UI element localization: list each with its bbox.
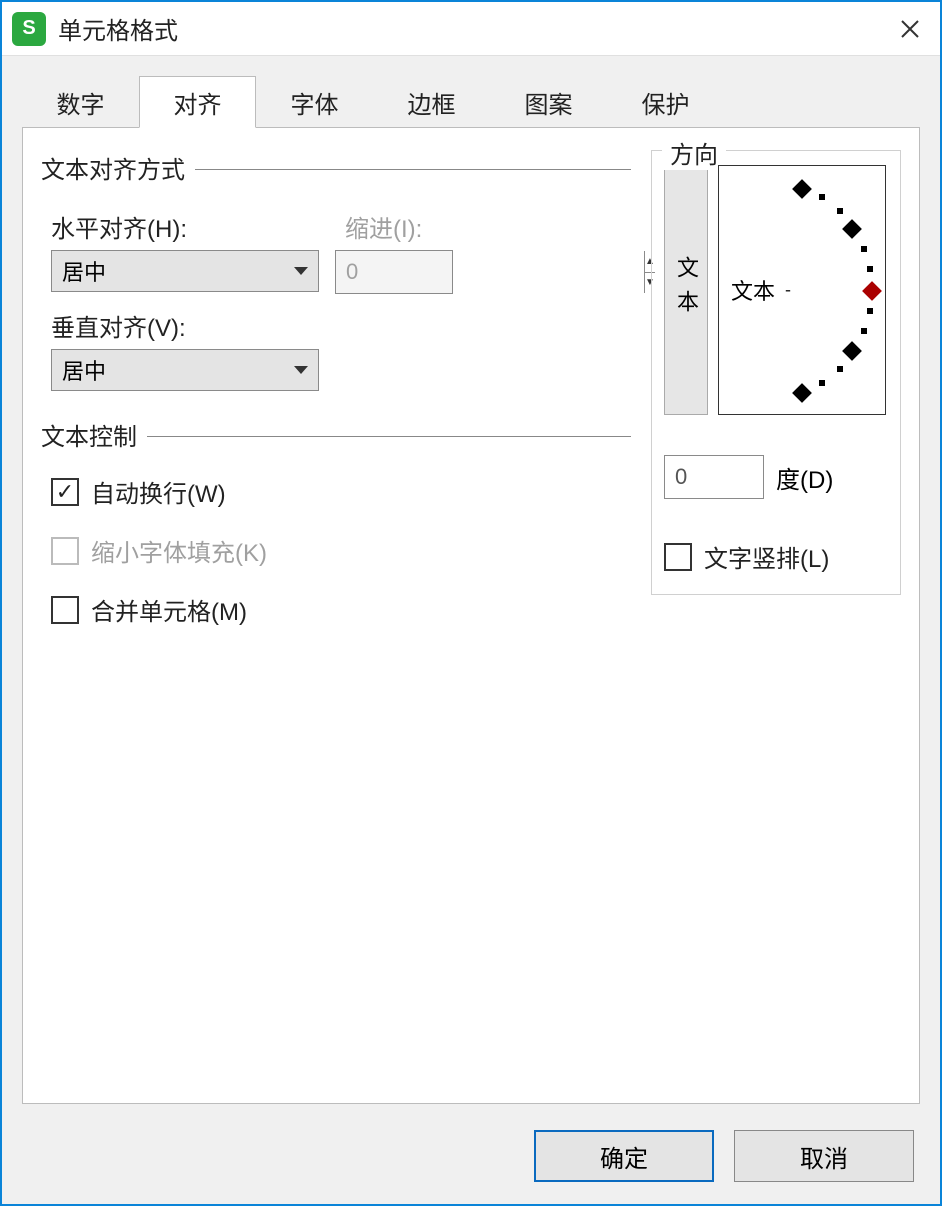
vertical-text-checkbox[interactable]: 文字竖排(L)	[664, 539, 888, 574]
dial-marker	[842, 341, 862, 361]
checkbox-box	[51, 537, 79, 565]
merge-cells-label: 合并单元格(M)	[91, 592, 247, 627]
client-area: 数字 对齐 字体 边框 图案 保护 文本对齐方式 水平对齐(H): 居中	[2, 56, 940, 1124]
vertical-align-label: 垂直对齐(V):	[51, 308, 631, 343]
dial-dot	[837, 208, 843, 214]
checkbox-box	[51, 596, 79, 624]
tab-number[interactable]: 数字	[22, 76, 139, 128]
dial-dot	[837, 366, 843, 372]
left-column: 文本对齐方式 水平对齐(H): 居中 缩进(I):	[41, 150, 631, 1081]
window-title: 单元格格式	[58, 11, 890, 46]
vertical-align-value: 居中	[62, 354, 106, 386]
tab-alignment[interactable]: 对齐	[139, 76, 256, 128]
vertical-text-button[interactable]: 文本	[664, 165, 708, 415]
tab-border[interactable]: 边框	[373, 76, 490, 128]
degree-label: 度(D)	[776, 460, 833, 495]
divider-line	[195, 169, 631, 170]
check-icon: ✓	[56, 481, 74, 503]
dial-dot	[861, 246, 867, 252]
merge-cells-checkbox[interactable]: 合并单元格(M)	[51, 592, 631, 627]
text-control-title: 文本控制	[41, 417, 137, 452]
degree-spinner[interactable]: ▲ ▼	[664, 455, 764, 499]
alignment-panel: 文本对齐方式 水平对齐(H): 居中 缩进(I):	[22, 128, 920, 1104]
checkbox-box	[664, 543, 692, 571]
dialog-window: S 单元格格式 数字 对齐 字体 边框 图案 保护 文本对齐方式 水平对齐(H)	[0, 0, 942, 1206]
chevron-down-icon	[294, 366, 308, 374]
cancel-button[interactable]: 取消	[734, 1130, 914, 1182]
checkbox-box: ✓	[51, 478, 79, 506]
indent-spinner: ▲ ▼	[335, 250, 453, 294]
shrink-to-fit-label: 缩小字体填充(K)	[91, 533, 267, 568]
shrink-to-fit-checkbox: 缩小字体填充(K)	[51, 533, 631, 568]
dial-dot	[867, 308, 873, 314]
text-alignment-group: 文本对齐方式	[41, 150, 631, 185]
tab-font[interactable]: 字体	[256, 76, 373, 128]
orientation-fieldset: 方向 文本 文本 -	[651, 150, 901, 595]
tabstrip: 数字 对齐 字体 边框 图案 保护	[22, 76, 920, 128]
text-alignment-title: 文本对齐方式	[41, 150, 185, 185]
ok-button[interactable]: 确定	[534, 1130, 714, 1182]
wrap-text-checkbox[interactable]: ✓ 自动换行(W)	[51, 474, 631, 509]
horizontal-align-dropdown[interactable]: 居中	[51, 250, 319, 292]
button-bar: 确定 取消	[2, 1124, 940, 1204]
app-icon: S	[12, 12, 46, 46]
indent-input	[336, 251, 644, 293]
close-icon	[900, 19, 920, 39]
tab-pattern[interactable]: 图案	[490, 76, 607, 128]
text-control-group: 文本控制	[41, 417, 631, 452]
dial-text-label: 文本	[731, 274, 775, 306]
vertical-text-label: 文字竖排(L)	[704, 539, 829, 574]
dial-dot	[867, 266, 873, 272]
titlebar: S 单元格格式	[2, 2, 940, 56]
tab-protection[interactable]: 保护	[607, 76, 724, 128]
orientation-title: 方向	[662, 135, 726, 170]
vertical-align-dropdown[interactable]: 居中	[51, 349, 319, 391]
dial-dash: -	[785, 280, 791, 301]
dial-current-marker	[862, 281, 882, 301]
dial-marker	[792, 179, 812, 199]
horizontal-align-value: 居中	[62, 255, 106, 287]
right-column: 方向 文本 文本 -	[651, 150, 901, 1081]
indent-label: 缩进(I):	[345, 209, 453, 244]
wrap-text-label: 自动换行(W)	[91, 474, 226, 509]
dial-marker	[792, 383, 812, 403]
divider-line	[147, 436, 631, 437]
chevron-down-icon	[294, 267, 308, 275]
dial-dot	[819, 194, 825, 200]
dial-dot	[861, 328, 867, 334]
dial-marker	[842, 219, 862, 239]
dial-dot	[819, 380, 825, 386]
horizontal-align-label: 水平对齐(H):	[51, 209, 321, 244]
orientation-dial[interactable]: 文本 -	[718, 165, 886, 415]
close-button[interactable]	[890, 9, 930, 49]
